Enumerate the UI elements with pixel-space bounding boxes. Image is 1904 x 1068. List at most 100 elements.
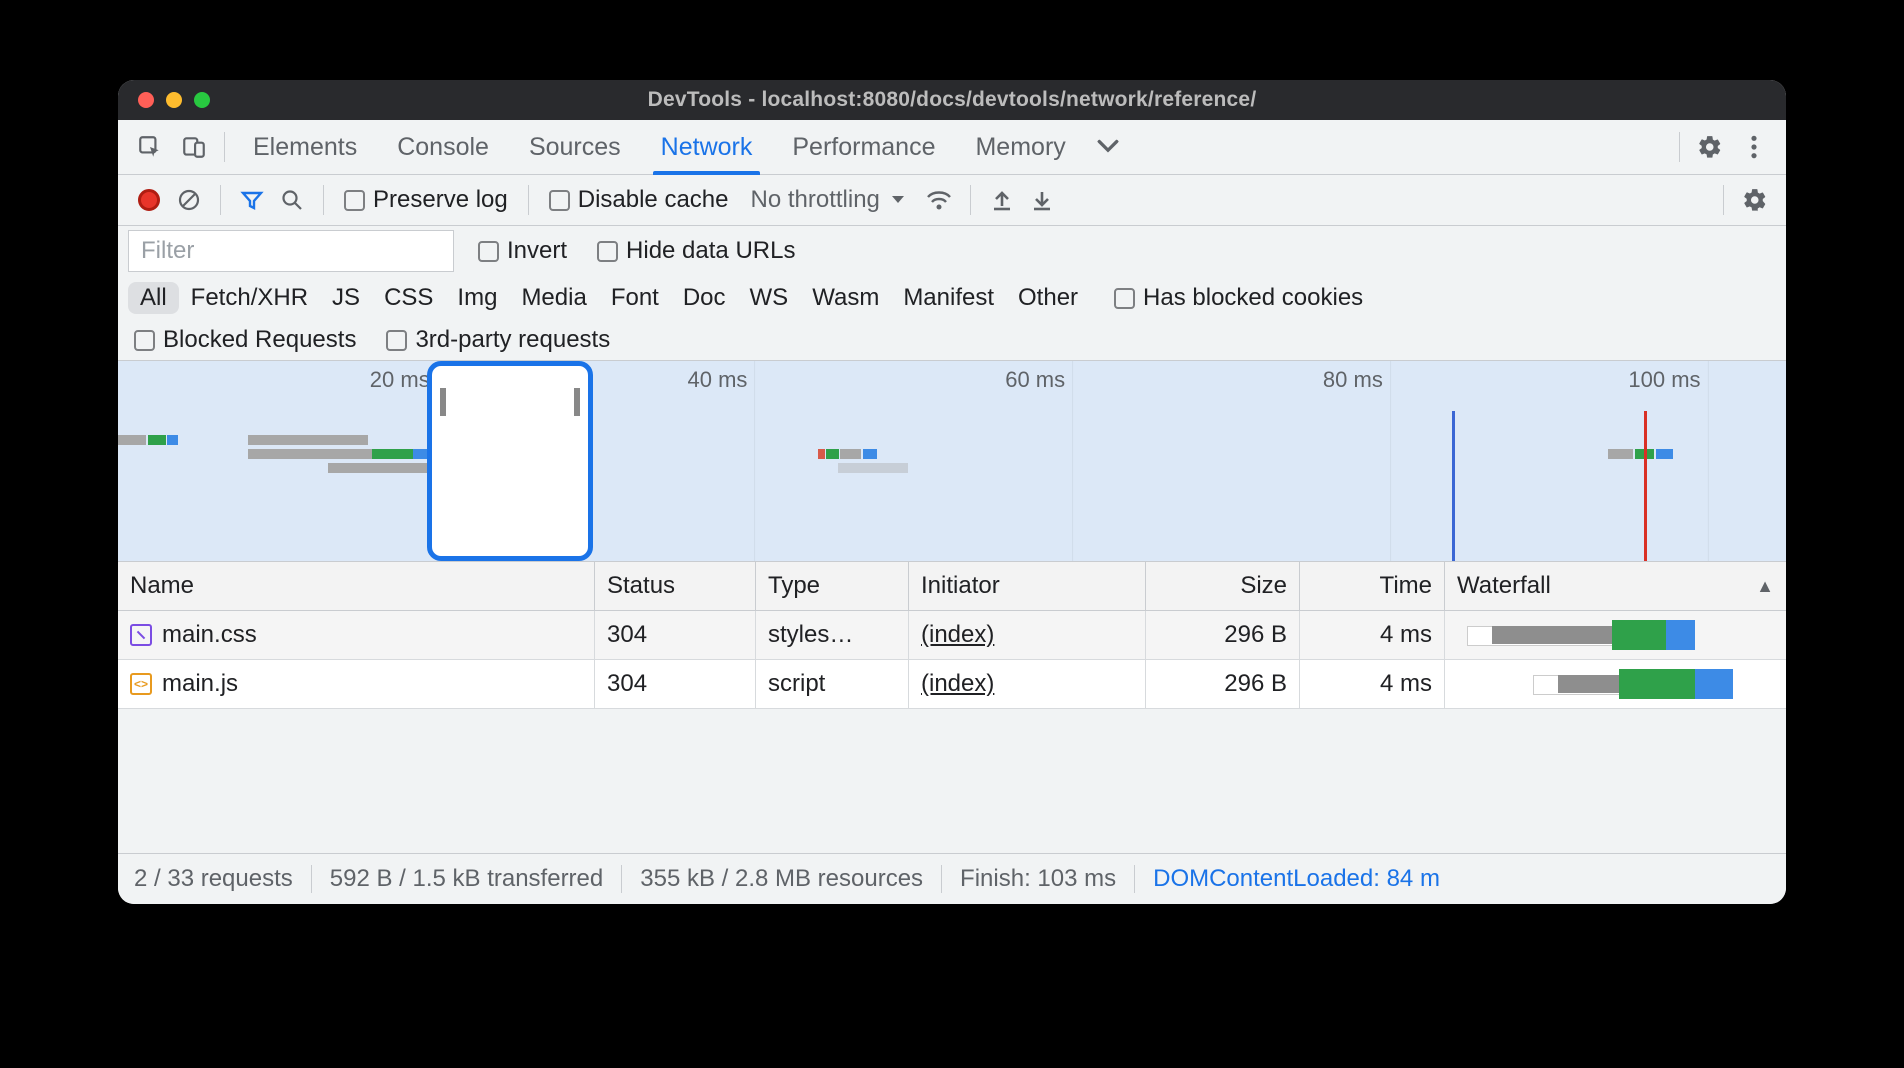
col-time[interactable]: Time: [1300, 562, 1445, 610]
waterfall-bar: [1457, 669, 1774, 699]
type-chip-media[interactable]: Media: [509, 282, 598, 314]
panel-tabs: ElementsConsoleSourcesNetworkPerformance…: [118, 120, 1786, 175]
selection-handle-left[interactable]: [440, 388, 446, 416]
disable-cache-label: Disable cache: [578, 186, 729, 214]
overview-tick: 20 ms: [370, 367, 436, 393]
script-icon: <>: [130, 673, 152, 695]
has-blocked-cookies-checkbox[interactable]: Has blocked cookies: [1108, 284, 1369, 312]
request-size: 296 B: [1224, 621, 1287, 649]
request-time: 4 ms: [1380, 621, 1432, 649]
table-row[interactable]: <> main.js 304 script (index) 296 B 4 ms: [118, 660, 1786, 709]
filter-placeholder: Filter: [141, 237, 194, 265]
inspect-element-icon[interactable]: [128, 129, 172, 165]
status-domcontentloaded: DOMContentLoaded: 84 m: [1153, 865, 1440, 893]
record-button[interactable]: [132, 183, 166, 217]
device-toolbar-icon[interactable]: [172, 129, 216, 165]
request-initiator[interactable]: (index): [921, 670, 994, 698]
invert-label: Invert: [507, 237, 567, 265]
status-requests: 2 / 33 requests: [134, 865, 293, 893]
tab-elements[interactable]: Elements: [233, 120, 377, 174]
type-chip-font[interactable]: Font: [599, 282, 671, 314]
type-chip-other[interactable]: Other: [1006, 282, 1090, 314]
type-chip-manifest[interactable]: Manifest: [891, 282, 1006, 314]
col-size[interactable]: Size: [1146, 562, 1300, 610]
divider: [220, 185, 221, 215]
tab-network[interactable]: Network: [641, 120, 773, 174]
tab-console[interactable]: Console: [377, 120, 509, 174]
has-blocked-cookies-label: Has blocked cookies: [1143, 284, 1363, 312]
filter-bar: Filter Invert Hide data URLs AllFetch/XH…: [118, 226, 1786, 361]
selection-handle-right[interactable]: [574, 388, 580, 416]
search-icon[interactable]: [275, 183, 309, 217]
tab-sources[interactable]: Sources: [509, 120, 641, 174]
divider: [224, 132, 225, 162]
request-type: styles…: [768, 621, 853, 649]
invert-checkbox[interactable]: Invert: [472, 237, 573, 265]
type-chip-ws[interactable]: WS: [738, 282, 801, 314]
window-title: DevTools - localhost:8080/docs/devtools/…: [118, 88, 1786, 112]
type-chip-doc[interactable]: Doc: [671, 282, 738, 314]
blocked-requests-checkbox[interactable]: Blocked Requests: [128, 326, 362, 354]
domcontentloaded-marker: [1452, 411, 1455, 561]
request-time: 4 ms: [1380, 670, 1432, 698]
settings-icon[interactable]: [1688, 129, 1732, 165]
throttling-select[interactable]: No throttling: [740, 186, 915, 214]
filter-icon[interactable]: [235, 183, 269, 217]
type-chip-img[interactable]: Img: [445, 282, 509, 314]
type-chip-all[interactable]: All: [128, 282, 179, 314]
request-status: 304: [607, 670, 647, 698]
overview-tick: 40 ms: [688, 367, 754, 393]
blocked-requests-label: Blocked Requests: [163, 326, 356, 354]
status-transferred: 592 B / 1.5 kB transferred: [330, 865, 603, 893]
filter-input[interactable]: Filter: [128, 230, 454, 272]
type-chip-js[interactable]: JS: [320, 282, 372, 314]
type-chip-wasm[interactable]: Wasm: [800, 282, 891, 314]
disable-cache-checkbox[interactable]: Disable cache: [543, 186, 735, 214]
devtools-window: DevTools - localhost:8080/docs/devtools/…: [118, 80, 1786, 904]
overview-tick: 100 ms: [1628, 367, 1706, 393]
request-type: script: [768, 670, 825, 698]
network-toolbar: Preserve log Disable cache No throttling: [118, 175, 1786, 226]
preserve-log-checkbox[interactable]: Preserve log: [338, 186, 514, 214]
chevron-down-icon: [890, 194, 906, 206]
status-bar: 2 / 33 requests 592 B / 1.5 kB transferr…: [118, 853, 1786, 904]
panel-settings-icon[interactable]: [1738, 183, 1772, 217]
window-titlebar: DevTools - localhost:8080/docs/devtools/…: [118, 80, 1786, 120]
col-type[interactable]: Type: [756, 562, 909, 610]
waterfall-bar: [1457, 620, 1774, 650]
request-name: main.js: [162, 670, 238, 698]
tab-performance[interactable]: Performance: [772, 120, 955, 174]
col-waterfall[interactable]: Waterfall: [1445, 562, 1786, 610]
network-conditions-icon[interactable]: [922, 183, 956, 217]
type-chip-fetchxhr[interactable]: Fetch/XHR: [179, 282, 320, 314]
hide-data-urls-checkbox[interactable]: Hide data URLs: [591, 237, 801, 265]
upload-har-icon[interactable]: [985, 183, 1019, 217]
clear-icon[interactable]: [172, 183, 206, 217]
third-party-label: 3rd-party requests: [415, 326, 610, 354]
col-initiator[interactable]: Initiator: [909, 562, 1146, 610]
divider: [1679, 132, 1680, 162]
col-status[interactable]: Status: [595, 562, 756, 610]
download-har-icon[interactable]: [1025, 183, 1059, 217]
divider: [1723, 185, 1724, 215]
table-row[interactable]: main.css 304 styles… (index) 296 B 4 ms: [118, 611, 1786, 660]
timeline-selection[interactable]: [427, 361, 594, 561]
throttling-label: No throttling: [750, 186, 879, 214]
status-finish: Finish: 103 ms: [960, 865, 1116, 893]
type-chip-css[interactable]: CSS: [372, 282, 445, 314]
timeline-overview[interactable]: 20 ms40 ms60 ms80 ms100 ms: [118, 361, 1786, 562]
col-name[interactable]: Name: [118, 562, 595, 610]
third-party-checkbox[interactable]: 3rd-party requests: [380, 326, 616, 354]
preserve-log-label: Preserve log: [373, 186, 508, 214]
kebab-menu-icon[interactable]: [1732, 129, 1776, 165]
tab-memory[interactable]: Memory: [955, 120, 1085, 174]
request-size: 296 B: [1224, 670, 1287, 698]
status-resources: 355 kB / 2.8 MB resources: [640, 865, 923, 893]
hide-data-urls-label: Hide data URLs: [626, 237, 795, 265]
divider: [323, 185, 324, 215]
stylesheet-icon: [130, 624, 152, 646]
more-panels-icon[interactable]: [1086, 129, 1130, 165]
request-initiator[interactable]: (index): [921, 621, 994, 649]
request-status: 304: [607, 621, 647, 649]
request-name: main.css: [162, 621, 257, 649]
